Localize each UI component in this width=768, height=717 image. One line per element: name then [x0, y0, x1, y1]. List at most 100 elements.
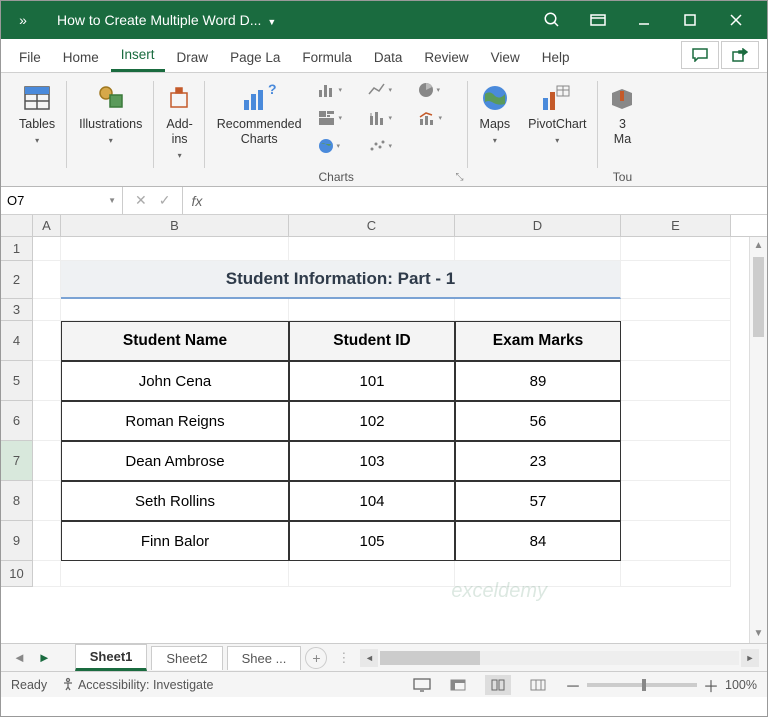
- table-cell[interactable]: Seth Rollins: [61, 481, 289, 521]
- row-header-6[interactable]: 6: [1, 401, 33, 441]
- scroll-up-icon[interactable]: ▲: [750, 237, 767, 255]
- select-all-corner[interactable]: [1, 215, 33, 236]
- hscroll-left-icon[interactable]: ◄: [360, 649, 378, 667]
- hierarchy-chart-button[interactable]: ▾: [314, 105, 362, 131]
- table-cell[interactable]: 56: [455, 401, 621, 441]
- zoom-slider[interactable]: [587, 683, 697, 687]
- scroll-down-icon[interactable]: ▼: [750, 625, 767, 643]
- tab-help[interactable]: Help: [532, 43, 580, 72]
- col-header-c[interactable]: C: [289, 215, 455, 236]
- column-chart-button[interactable]: ▾: [314, 77, 362, 103]
- tabs-next-icon[interactable]: ►: [34, 650, 55, 665]
- quick-access-overflow[interactable]: »: [9, 12, 37, 28]
- row-header-2[interactable]: 2: [1, 261, 33, 299]
- tables-icon: [23, 81, 51, 115]
- charts-dialog-launcher[interactable]: ⤡: [456, 172, 464, 183]
- page-layout-view-button[interactable]: [485, 675, 511, 695]
- ribbon-display-button[interactable]: [575, 1, 621, 39]
- title-dropdown-icon[interactable]: ▼: [267, 17, 276, 27]
- tab-home[interactable]: Home: [53, 43, 109, 72]
- table-cell[interactable]: Finn Balor: [61, 521, 289, 561]
- line-chart-button[interactable]: ▾: [364, 77, 412, 103]
- page-break-view-button[interactable]: [525, 675, 551, 695]
- row-header-8[interactable]: 8: [1, 481, 33, 521]
- accessibility-status[interactable]: Accessibility: Investigate: [61, 677, 213, 692]
- table-cell[interactable]: 104: [289, 481, 455, 521]
- row-header-9[interactable]: 9: [1, 521, 33, 561]
- zoom-level[interactable]: 100%: [725, 678, 757, 692]
- addins-button[interactable]: Add- ins▾: [160, 77, 198, 165]
- vertical-scrollbar[interactable]: ▲ ▼: [749, 237, 767, 643]
- row-header-5[interactable]: 5: [1, 361, 33, 401]
- comments-button[interactable]: [681, 41, 719, 69]
- tab-data[interactable]: Data: [364, 43, 413, 72]
- table-cell[interactable]: 102: [289, 401, 455, 441]
- col-header-a[interactable]: A: [33, 215, 61, 236]
- formula-input[interactable]: [210, 187, 767, 214]
- 3d-map-button[interactable]: 3 Ma: [604, 77, 640, 151]
- table-cell[interactable]: 101: [289, 361, 455, 401]
- pie-chart-button[interactable]: ▾: [414, 77, 462, 103]
- search-button[interactable]: [529, 1, 575, 39]
- col-header-d[interactable]: D: [455, 215, 621, 236]
- table-cell[interactable]: 89: [455, 361, 621, 401]
- row-header-10[interactable]: 10: [1, 561, 33, 587]
- display-settings-icon[interactable]: [413, 678, 431, 692]
- map-chart-button[interactable]: ▾: [314, 133, 362, 159]
- maximize-button[interactable]: [667, 1, 713, 39]
- th-name[interactable]: Student Name: [61, 321, 289, 361]
- tab-review[interactable]: Review: [414, 43, 478, 72]
- maps-button[interactable]: Maps▾: [474, 77, 517, 150]
- row-header-3[interactable]: 3: [1, 299, 33, 321]
- sheet-tab-3[interactable]: Shee ...: [227, 646, 302, 670]
- recommended-charts-button[interactable]: ? Recommended Charts: [211, 77, 308, 151]
- tables-button[interactable]: Tables▾: [13, 77, 61, 150]
- tabs-prev-icon[interactable]: ◄: [9, 650, 30, 665]
- close-button[interactable]: [713, 1, 759, 39]
- tab-file[interactable]: File: [9, 43, 51, 72]
- normal-view-button[interactable]: [445, 675, 471, 695]
- hscroll-right-icon[interactable]: ►: [741, 649, 759, 667]
- sheet-tab-1[interactable]: Sheet1: [75, 644, 148, 671]
- zoom-in-button[interactable]: ＋: [703, 673, 719, 697]
- col-header-e[interactable]: E: [621, 215, 731, 236]
- name-box[interactable]: O7▼: [1, 187, 123, 214]
- fx-label[interactable]: fx: [183, 187, 210, 214]
- hscroll-thumb[interactable]: [380, 651, 480, 665]
- zoom-out-button[interactable]: －: [565, 673, 581, 697]
- tab-draw[interactable]: Draw: [167, 43, 219, 72]
- table-cell[interactable]: 105: [289, 521, 455, 561]
- table-title[interactable]: Student Information: Part - 1: [61, 261, 621, 299]
- row-header-4[interactable]: 4: [1, 321, 33, 361]
- pivotchart-button[interactable]: PivotChart▾: [522, 77, 592, 150]
- sheet-tab-2[interactable]: Sheet2: [151, 646, 222, 670]
- scroll-thumb[interactable]: [753, 257, 764, 337]
- tab-formulas[interactable]: Formula: [292, 43, 362, 72]
- minimize-button[interactable]: [621, 1, 667, 39]
- enter-formula-icon[interactable]: ✓: [159, 192, 171, 209]
- table-cell[interactable]: 84: [455, 521, 621, 561]
- col-header-b[interactable]: B: [61, 215, 289, 236]
- table-cell[interactable]: Dean Ambrose: [61, 441, 289, 481]
- tab-page-layout[interactable]: Page La: [220, 43, 290, 72]
- combo-chart-button[interactable]: ▾: [414, 105, 462, 131]
- th-id[interactable]: Student ID: [289, 321, 455, 361]
- share-button[interactable]: [721, 41, 759, 69]
- row-header-1[interactable]: 1: [1, 237, 33, 261]
- tab-insert[interactable]: Insert: [111, 40, 165, 72]
- table-cell[interactable]: 103: [289, 441, 455, 481]
- horizontal-scrollbar[interactable]: ◄ ►: [360, 649, 759, 667]
- table-cell[interactable]: John Cena: [61, 361, 289, 401]
- table-cell[interactable]: 23: [455, 441, 621, 481]
- window-title: How to Create Multiple Word D...▼: [57, 12, 529, 28]
- illustrations-button[interactable]: Illustrations▾: [73, 77, 148, 150]
- statistic-chart-button[interactable]: ▾: [364, 105, 412, 131]
- row-header-7[interactable]: 7: [1, 441, 33, 481]
- add-sheet-button[interactable]: +: [305, 647, 327, 669]
- scatter-chart-button[interactable]: ▾: [364, 133, 412, 159]
- th-marks[interactable]: Exam Marks: [455, 321, 621, 361]
- table-cell[interactable]: 57: [455, 481, 621, 521]
- table-cell[interactable]: Roman Reigns: [61, 401, 289, 441]
- tab-view[interactable]: View: [481, 43, 530, 72]
- cancel-formula-icon[interactable]: ✕: [135, 192, 147, 209]
